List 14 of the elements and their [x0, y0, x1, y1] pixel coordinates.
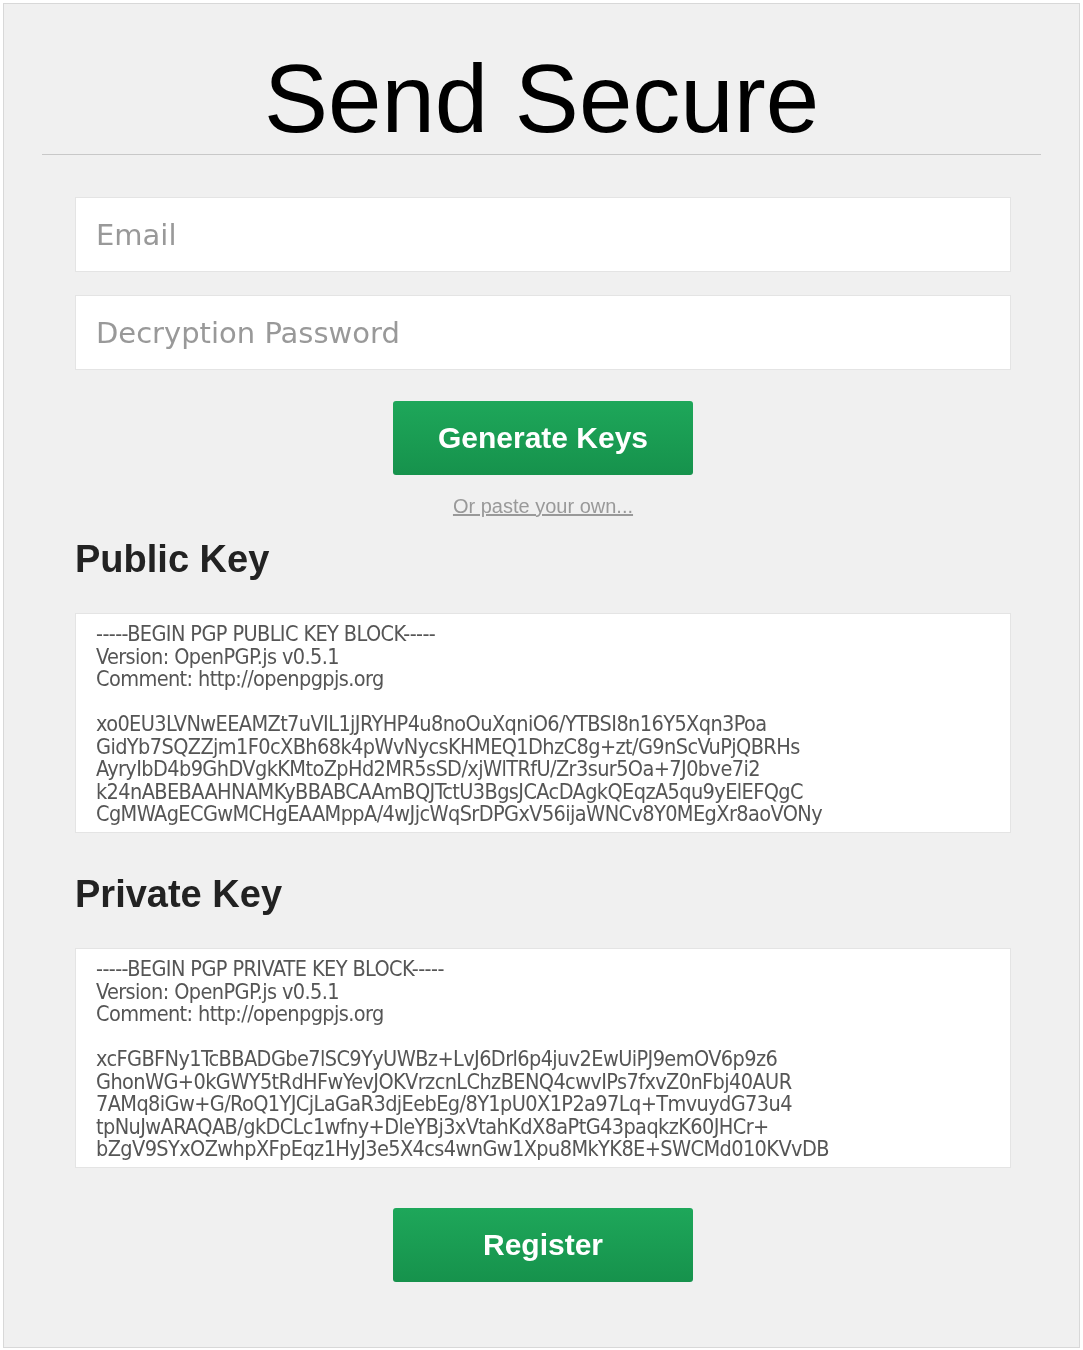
key-header-text: -----BEGIN PGP PRIVATE KEY BLOCK----- Version: OpenPGP.js v0.5.1 Comment: http://openpgpjs.org — [96, 958, 444, 1026]
paste-link[interactable]: Or paste your own... — [452, 495, 634, 518]
section-heading: Private Key — [75, 873, 282, 916]
key-body-text: xcFGBFNy1TcBBADGbe7lSC9YyUWBz+LvJ6Drl6p4juv2EwUiPJ9emOV6p9z6 GhonWG+0kGWY5tRdHFwYevJOKVrzcnLChzBENQ4cwvIPs7fxvZ0nFbj40AUR 7AMq8iGw+G/RoQ1YJCjLaGaR3djEebEg/8Y1pU0X1P2a97Lq+TmvuydG73u4 tpNuJwARAQAB/gkDCLc1wfny+DleYBj3xVtahKdX8aPtG43paqkzK60JHCr+ bZgV9SYxOZwhpXFpEqz1HyJ3e5X4cs4wnGw1Xpu8MkYK8E+SWCMd010KVvDB — [96, 1048, 829, 1161]
key-header-text: -----BEGIN PGP PUBLIC KEY BLOCK----- Version: OpenPGP.js v0.5.1 Comment: http://openpgpjs.org — [96, 623, 436, 691]
text-field[interactable]: Decryption Password — [75, 295, 1011, 370]
key-textarea[interactable] — [75, 613, 1011, 833]
generate-keys-button[interactable]: Generate Keys — [393, 401, 693, 475]
register-button[interactable]: Register — [393, 1208, 693, 1282]
key-textarea[interactable] — [75, 948, 1011, 1168]
text-field[interactable]: Email — [75, 197, 1011, 272]
key-body-text: xo0EU3LVNwEEAMZt7uVIL1jJRYHP4u8noOuXqniO6/YTBSI8n16Y5Xqn3Poa GidYb7SQZZjm1F0cXBh68k4pWvNycsKHMEQ1DhzC8g+zt/G9nScVuPjQBRHs AyryIbD4b9GhDVgkKMtoZpHd2MR5sSD/xjWlTRfU/Zr3sur5Oa+7J0bve7i2 k24nABEBAAHNAMKyBBABCAAmBQJTctU3BgsJCAcDAgkQEqzA5qu9yElEFQgC CgMWAgECGwMCHgEAAMppA/4wJjcWqSrDPGxV56ijaWNCv8Y0MEgXr8aoVONy — [96, 713, 823, 826]
section-heading: Public Key — [75, 538, 270, 581]
page-title: Send Secure — [262, 44, 820, 154]
